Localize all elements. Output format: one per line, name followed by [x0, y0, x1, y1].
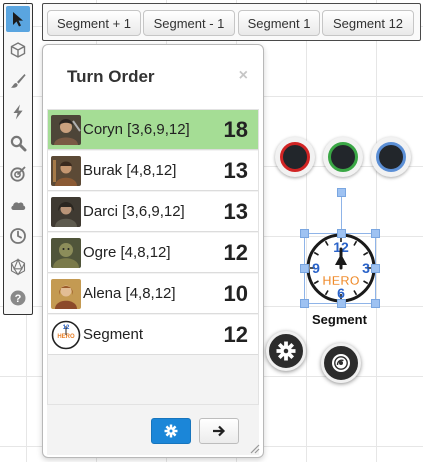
initiative-value: 10	[223, 281, 248, 306]
dialog-title: Turn Order	[67, 67, 155, 86]
turn-order-row[interactable]: Darci [3,6,9,12] 13	[48, 192, 258, 232]
turn-order-dialog: Turn Order × Coryn [3,6,9,12] 18 Burak […	[42, 44, 264, 458]
hero-clock-icon: 12 HERO	[51, 320, 81, 350]
combatant-name: Coryn [3,6,9,12]	[83, 121, 190, 138]
svg-text:9: 9	[312, 260, 320, 276]
rotation-line	[341, 192, 342, 229]
resize-handle-bottom[interactable]	[337, 299, 346, 308]
rotate-handle[interactable]	[337, 188, 346, 197]
status-marker-green[interactable]	[323, 137, 363, 177]
gear-icon	[164, 424, 178, 438]
resize-handle-bottom-left[interactable]	[300, 299, 309, 308]
resize-handle-right[interactable]	[371, 264, 380, 273]
segment-plus-one-button[interactable]: Segment + 1	[47, 10, 141, 36]
combatant-name: Darci [3,6,9,12]	[83, 203, 185, 220]
initiative-value: 18	[223, 117, 248, 142]
select-tool-button[interactable]	[6, 6, 30, 32]
turn-order-row[interactable]: Coryn [3,6,9,12] 18	[48, 110, 258, 150]
help-icon: ?	[10, 290, 26, 306]
fog-tool-button[interactable]	[6, 192, 30, 218]
turn-order-button[interactable]	[6, 223, 30, 249]
initiative-value: 13	[223, 158, 248, 183]
lightning-icon	[13, 104, 23, 120]
resize-grip-icon[interactable]	[248, 442, 260, 454]
dialog-footer	[47, 405, 259, 455]
segment-twelve-button[interactable]: Segment 12	[322, 10, 414, 36]
help-button[interactable]: ?	[6, 285, 30, 311]
portrait-alena	[51, 279, 81, 309]
resize-handle-left[interactable]	[300, 264, 309, 273]
token-settings-icon	[332, 354, 350, 372]
segment-clock-token[interactable]: 12 3 6 9 HERO	[305, 232, 377, 304]
initiative-value: 13	[223, 199, 248, 224]
tool-palette: ?	[3, 3, 33, 315]
segment-minus-one-button[interactable]: Segment - 1	[143, 10, 235, 36]
portrait-coryn	[51, 115, 81, 145]
turn-order-settings-button[interactable]	[151, 418, 191, 444]
combatant-name: Ogre [4,8,12]	[83, 244, 171, 261]
turn-order-list: Coryn [3,6,9,12] 18 Burak [4,8,12] 13 Da…	[47, 109, 259, 405]
svg-text:3: 3	[362, 260, 370, 276]
status-marker-core	[328, 142, 358, 172]
cloud-icon	[11, 202, 26, 210]
measure-tool-button[interactable]	[6, 161, 30, 187]
close-icon[interactable]: ×	[239, 67, 248, 85]
paintbrush-icon	[11, 74, 26, 88]
initiative-value: 12	[223, 322, 248, 347]
token-settings-button[interactable]	[321, 343, 361, 383]
turn-order-row[interactable]: 12 HERO Segment 12	[48, 315, 258, 355]
draw-tool-button[interactable]	[6, 68, 30, 94]
target-icon	[10, 166, 26, 182]
portrait-ogre	[51, 238, 81, 268]
arrow-right-icon	[213, 425, 226, 437]
segment-one-button[interactable]: Segment 1	[238, 10, 320, 36]
token-layer-button[interactable]	[6, 37, 30, 63]
cube-icon	[10, 42, 26, 58]
portrait-burak	[51, 156, 81, 186]
turn-order-row[interactable]: Burak [4,8,12] 13	[48, 151, 258, 191]
next-turn-button[interactable]	[199, 418, 239, 444]
initiative-value: 12	[223, 240, 248, 265]
magnifier-icon	[10, 135, 27, 152]
svg-text:HERO: HERO	[322, 273, 360, 288]
resize-handle-top[interactable]	[337, 229, 346, 238]
gear-icon	[276, 341, 296, 361]
status-marker-red[interactable]	[275, 137, 315, 177]
status-marker-blue[interactable]	[371, 137, 411, 177]
clock-icon	[10, 228, 26, 244]
d20-dice-icon	[10, 258, 26, 276]
cursor-icon	[13, 12, 23, 27]
fx-tool-button[interactable]	[6, 99, 30, 125]
token-name-label: Segment	[312, 312, 367, 327]
portrait-darci	[51, 197, 81, 227]
resize-handle-bottom-right[interactable]	[371, 299, 380, 308]
turn-order-row[interactable]: Ogre [4,8,12] 12	[48, 233, 258, 273]
status-marker-core	[376, 142, 406, 172]
turn-order-row[interactable]: Alena [4,8,12] 10	[48, 274, 258, 314]
zoom-tool-button[interactable]	[6, 130, 30, 156]
dice-roller-button[interactable]	[6, 254, 30, 280]
combatant-name: Alena [4,8,12]	[83, 285, 176, 302]
combatant-name: Burak [4,8,12]	[83, 162, 177, 179]
segment-toolbar: Segment + 1 Segment - 1 Segment 1 Segmen…	[42, 3, 421, 41]
status-marker-core	[280, 142, 310, 172]
resize-handle-top-right[interactable]	[371, 229, 380, 238]
token-gear-button[interactable]	[266, 331, 306, 371]
combatant-name: Segment	[83, 326, 144, 343]
resize-handle-top-left[interactable]	[300, 229, 309, 238]
svg-text:?: ?	[15, 293, 22, 305]
